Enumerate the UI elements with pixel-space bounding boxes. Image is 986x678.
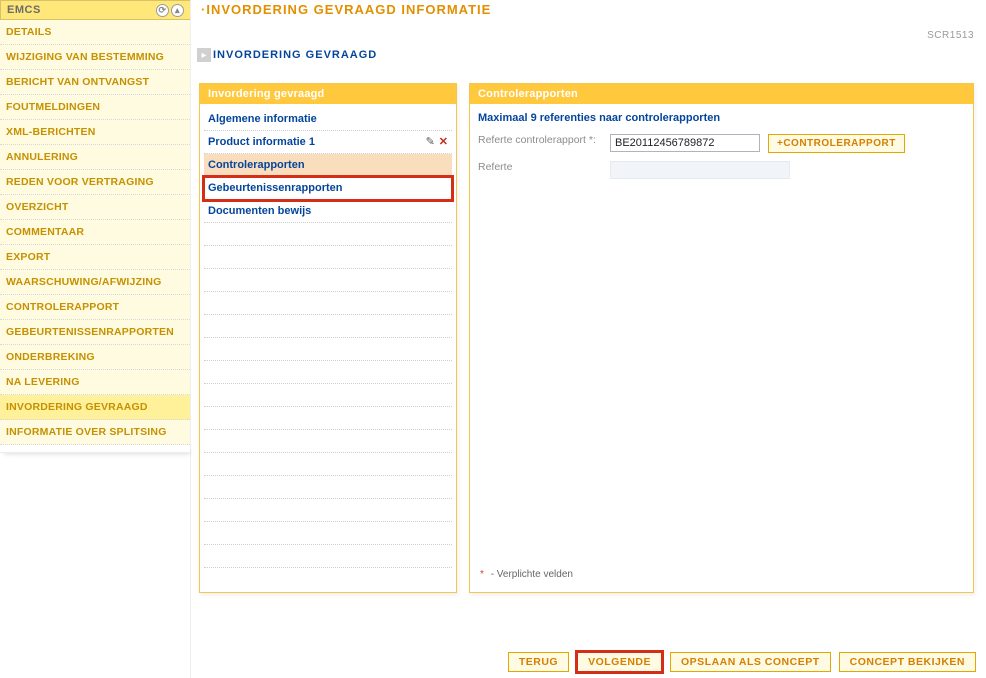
sidebar-item-controlerapport[interactable]: CONTROLERAPPORT: [0, 295, 190, 320]
sidebar-header-icons: ⟳ ▴: [154, 4, 184, 17]
sidebar-spacer: [0, 445, 190, 453]
sidebar-item-bericht-ontvangst[interactable]: BERICHT VAN ONTVANGST: [0, 70, 190, 95]
sidebar-item-reden-vertraging[interactable]: REDEN VOOR VERTRAGING: [0, 170, 190, 195]
tree-panel: Invordering gevraagd Algemene informatie…: [199, 83, 457, 593]
tree-empty-row: [204, 499, 452, 522]
tree-empty-row: [204, 430, 452, 453]
tree-item-actions: ✎ ✕: [426, 137, 448, 148]
sidebar-item-waarschuwing-afwijzing[interactable]: WAARSCHUWING/AFWIJZING: [0, 270, 190, 295]
sidebar-item-gebeurtenissenrapporten[interactable]: GEBEURTENISSENRAPPORTEN: [0, 320, 190, 345]
sidebar-item-overzicht[interactable]: OVERZICHT: [0, 195, 190, 220]
sidebar-item-annulering[interactable]: ANNULERING: [0, 145, 190, 170]
tree-empty-row: [204, 476, 452, 499]
page-title: ·INVORDERING GEVRAAGD INFORMATIE: [197, 0, 976, 21]
sidebar-item-details[interactable]: DETAILS: [0, 20, 190, 45]
mandatory-note-text: - Verplichte velden: [491, 569, 573, 580]
delete-icon[interactable]: ✕: [439, 137, 448, 148]
referte-controlerapport-input[interactable]: [610, 134, 760, 152]
sidebar-header: EMCS ⟳ ▴: [0, 0, 190, 20]
tree-item-product-informatie-1[interactable]: Product informatie 1 ✎ ✕: [204, 131, 452, 154]
tree-item-label: Controlerapporten: [208, 159, 305, 171]
form-label-referte: Referte: [478, 161, 602, 175]
sidebar-collapse-icon[interactable]: ▴: [171, 4, 184, 17]
mandatory-note: * - Verplichte velden: [470, 559, 973, 592]
main: ·INVORDERING GEVRAAGD INFORMATIE SCR1513…: [191, 0, 986, 678]
back-button[interactable]: TERUG: [508, 652, 569, 672]
sidebar-list: DETAILS WIJZIGING VAN BESTEMMING BERICHT…: [0, 20, 190, 445]
tree-empty-row: [204, 407, 452, 430]
sidebar-item-xml-berichten[interactable]: XML-BERICHTEN: [0, 120, 190, 145]
tree-empty-row: [204, 315, 452, 338]
tree-empty-row: [204, 522, 452, 545]
panels: Invordering gevraagd Algemene informatie…: [197, 83, 976, 593]
next-button[interactable]: VOLGENDE: [577, 652, 662, 672]
tree-item-controlerapporten[interactable]: Controlerapporten: [204, 154, 452, 177]
asterisk-icon: *: [480, 569, 484, 580]
sidebar-item-na-levering[interactable]: NA LEVERING: [0, 370, 190, 395]
save-draft-button[interactable]: OPSLAAN ALS CONCEPT: [670, 652, 831, 672]
tree-empty-row: [204, 361, 452, 384]
tree-empty-row: [204, 384, 452, 407]
form-panel-header: Controlerapporten: [470, 84, 973, 104]
section-expand-icon[interactable]: ▸: [197, 48, 211, 62]
form-heading: Maximaal 9 referenties naar controlerapp…: [474, 108, 969, 134]
tree-empty-row: [204, 246, 452, 269]
tree-empty-row: [204, 223, 452, 246]
edit-icon[interactable]: ✎: [426, 137, 435, 148]
screen-id: SCR1513: [927, 30, 974, 41]
sidebar-item-export[interactable]: EXPORT: [0, 245, 190, 270]
sidebar-item-invordering-gevraagd[interactable]: INVORDERING GEVRAAGD: [0, 395, 190, 420]
sidebar-item-commentaar[interactable]: COMMENTAAR: [0, 220, 190, 245]
tree-item-label: Documenten bewijs: [208, 205, 311, 217]
referte-display: [610, 161, 790, 179]
tree-empty-row: [204, 269, 452, 292]
tree-panel-header: Invordering gevraagd: [200, 84, 456, 104]
form-panel-body: Maximaal 9 referenties naar controlerapp…: [470, 104, 973, 559]
form-panel: Controlerapporten Maximaal 9 referenties…: [469, 83, 974, 593]
sidebar-refresh-icon[interactable]: ⟳: [156, 4, 169, 17]
form-row-referte: Referte: [474, 161, 969, 187]
sidebar-item-informatie-splitsing[interactable]: INFORMATIE OVER SPLITSING: [0, 420, 190, 445]
view-draft-button[interactable]: CONCEPT BEKIJKEN: [839, 652, 976, 672]
form-label-referte-controlerapport: Referte controlerapport *:: [478, 134, 602, 148]
tree-empty-row: [204, 338, 452, 361]
sidebar-title: EMCS: [7, 4, 41, 16]
section-bar: ▸ INVORDERING GEVRAAGD: [197, 45, 976, 65]
form-row-referte-controlerapport: Referte controlerapport *: +CONTROLERAPP…: [474, 134, 969, 161]
tree-item-gebeurtenissenrapporten[interactable]: Gebeurtenissenrapporten: [204, 177, 452, 200]
tree-list: Algemene informatie Product informatie 1…: [204, 108, 452, 223]
bottom-bar: TERUG VOLGENDE OPSLAAN ALS CONCEPT CONCE…: [508, 652, 976, 672]
sidebar-item-foutmeldingen[interactable]: FOUTMELDINGEN: [0, 95, 190, 120]
tree-item-label: Product informatie 1: [208, 136, 315, 148]
sidebar-item-wijziging-bestemming[interactable]: WIJZIGING VAN BESTEMMING: [0, 45, 190, 70]
tree-item-documenten-bewijs[interactable]: Documenten bewijs: [204, 200, 452, 223]
sidebar-item-onderbreking[interactable]: ONDERBREKING: [0, 345, 190, 370]
tree-empty-row: [204, 292, 452, 315]
tree-empty-row: [204, 453, 452, 476]
tree-item-label: Algemene informatie: [208, 113, 317, 125]
tree-item-algemene-informatie[interactable]: Algemene informatie: [204, 108, 452, 131]
add-controlerapport-button[interactable]: +CONTROLERAPPORT: [768, 134, 905, 153]
sidebar: EMCS ⟳ ▴ DETAILS WIJZIGING VAN BESTEMMIN…: [0, 0, 191, 678]
section-title: INVORDERING GEVRAAGD: [213, 49, 377, 61]
tree-panel-body: Algemene informatie Product informatie 1…: [200, 104, 456, 592]
tree-empty-row: [204, 545, 452, 568]
tree-item-label: Gebeurtenissenrapporten: [208, 182, 342, 194]
